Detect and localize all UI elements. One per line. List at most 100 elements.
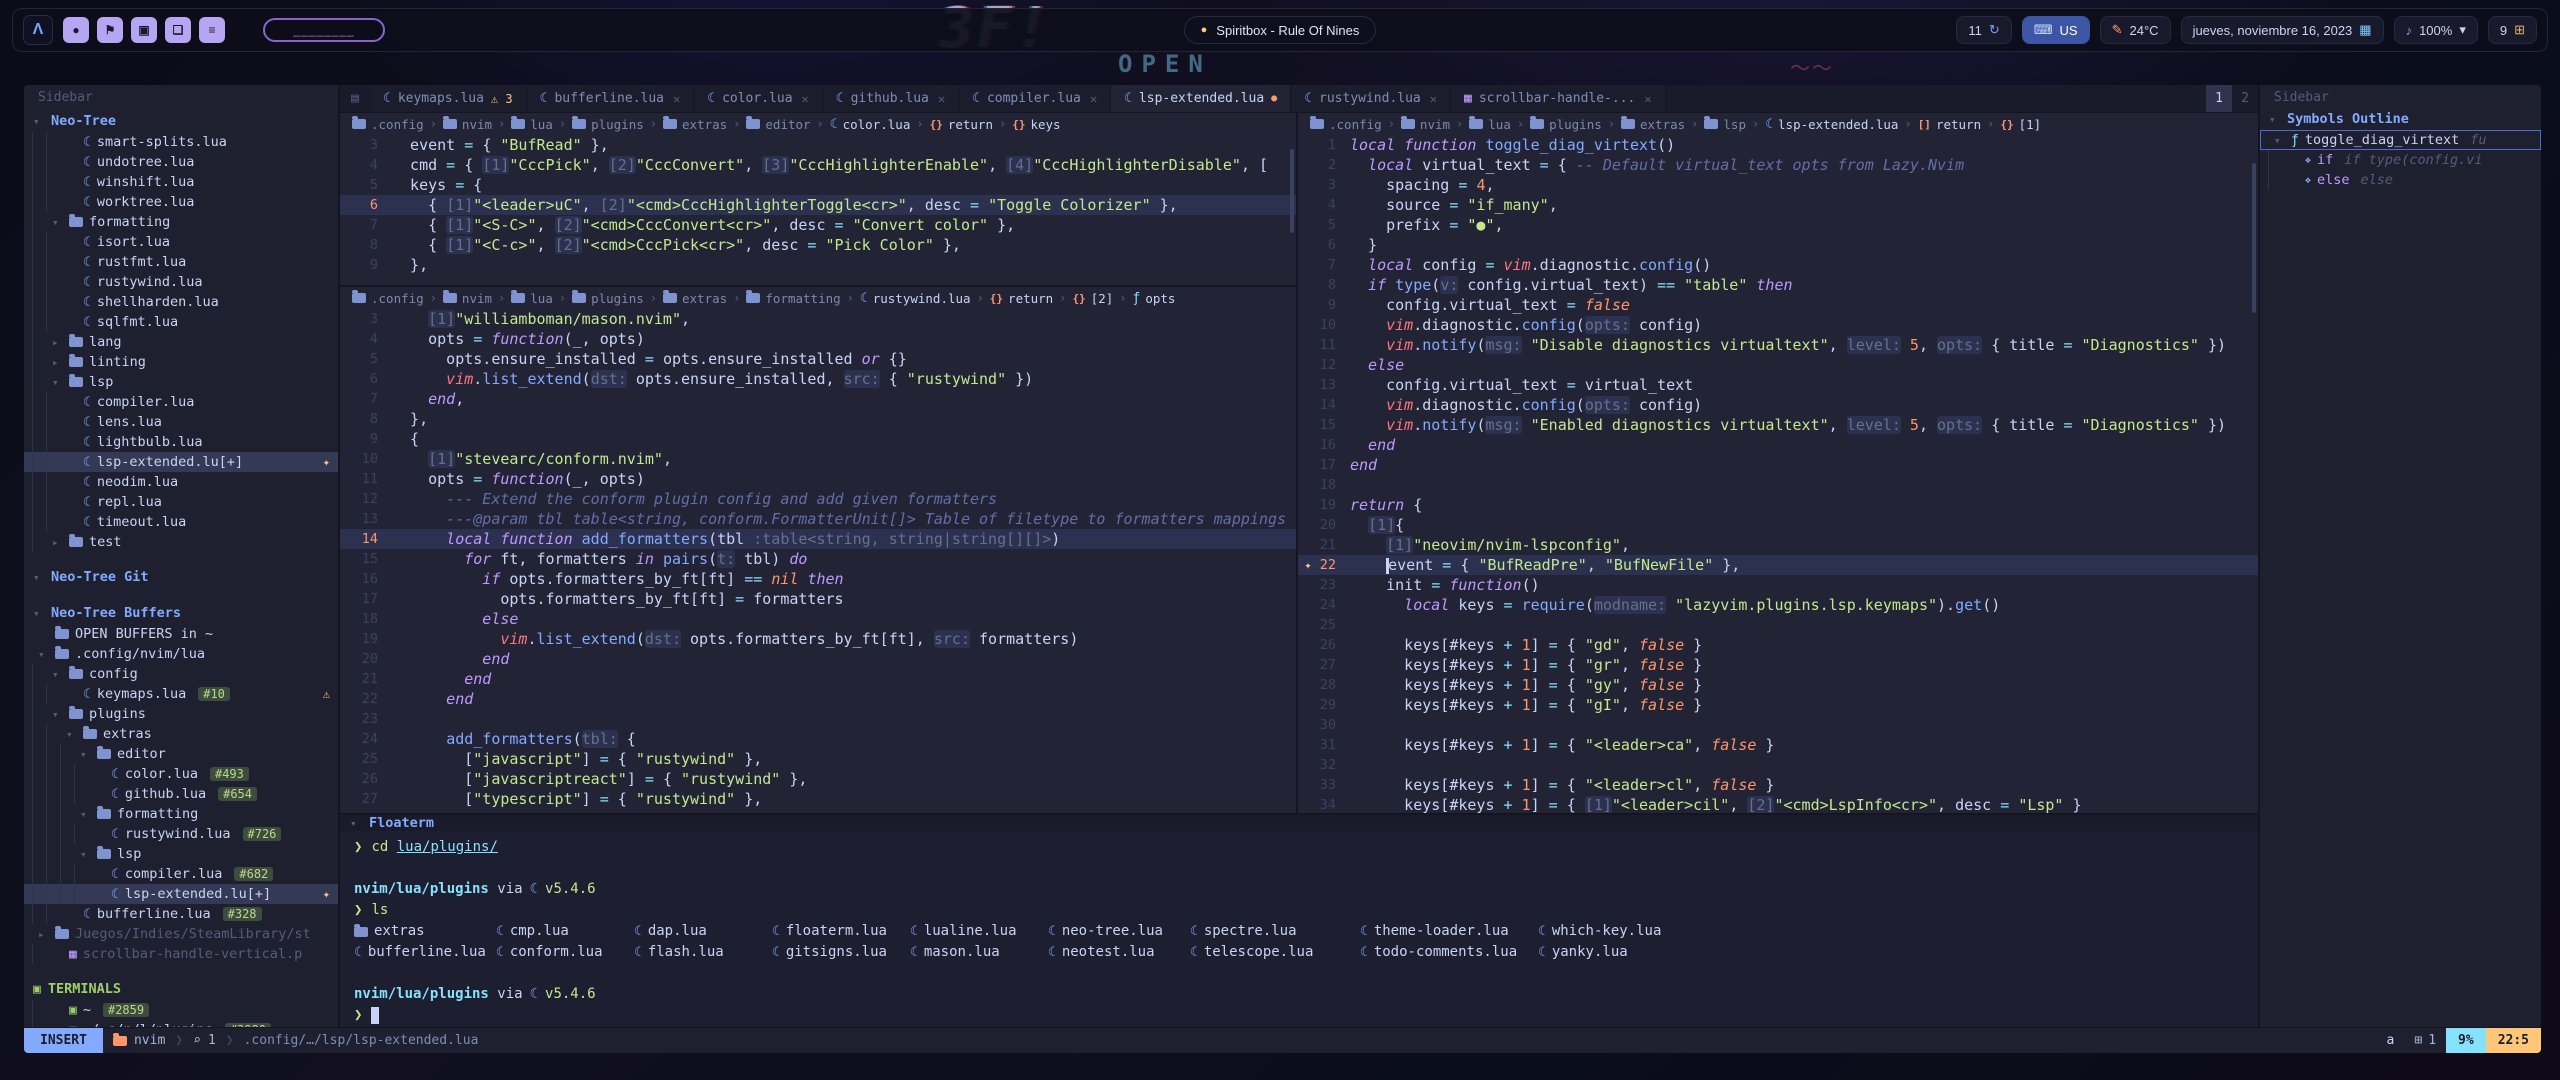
breadcrumb-segment-lua[interactable]: lua	[511, 117, 553, 132]
tree-item-isort-lua[interactable]: ☾isort.lua	[24, 232, 338, 252]
clock-widget[interactable]: jueves, noviembre 16, 2023▦	[2181, 16, 2384, 44]
code-line[interactable]: 13 config.virtual_text = virtual_text	[1298, 375, 2258, 395]
scrollbar-thumb[interactable]	[1290, 149, 1294, 233]
code-line[interactable]: 9 {	[340, 429, 1296, 449]
tree-item-rustywind-lua[interactable]: ☾rustywind.lua#726	[24, 824, 338, 844]
close-icon[interactable]: ✕	[1644, 92, 1651, 106]
tree-item-neodim-lua[interactable]: ☾neodim.lua	[24, 472, 338, 492]
breadcrumb-segment-editor[interactable]: editor	[746, 117, 810, 132]
grid-button[interactable]: ▣	[131, 17, 157, 43]
floaterm-header[interactable]: ▾ Floaterm	[340, 815, 2258, 831]
code-line[interactable]: 14 local function add_formatters(tbl :ta…	[340, 529, 1296, 549]
tree-item-formatting[interactable]: ▾formatting	[24, 804, 338, 824]
code-line[interactable]: 10 vim.diagnostic.config(opts: config)	[1298, 315, 2258, 335]
code-line[interactable]: 5 keys = {	[340, 175, 1296, 195]
code-line[interactable]: 16 if opts.formatters_by_ft[ft] == nil t…	[340, 569, 1296, 589]
code-line[interactable]: 3 spacing = 4,	[1298, 175, 2258, 195]
tree-item-lsp[interactable]: ▾lsp	[24, 372, 338, 392]
code-line[interactable]: 21 end	[340, 669, 1296, 689]
code-line[interactable]: 23 init = function()	[1298, 575, 2258, 595]
tree-item-lsp-extended-lu[interactable]: ☾lsp-extended.lu[+]✦	[24, 884, 338, 904]
tree-item-editor[interactable]: ▾editor	[24, 744, 338, 764]
code-line[interactable]: 7 { [1]"<S-C>", [2]"<cmd>CccConvert<cr>"…	[340, 215, 1296, 235]
code-line[interactable]: 9 config.virtual_text = false	[1298, 295, 2258, 315]
code-line[interactable]: 6 vim.list_extend(dst: opts.ensure_insta…	[340, 369, 1296, 389]
symbol-else[interactable]: ❖elseelse	[2260, 170, 2541, 190]
tree-item-worktree-lua[interactable]: ☾worktree.lua	[24, 192, 338, 212]
tree-item-extras[interactable]: ▾extras	[24, 724, 338, 744]
breadcrumb-segment-return[interactable]: {}return	[990, 291, 1053, 306]
section-header-neo-tree-git[interactable]: ▾Neo-Tree Git	[24, 566, 338, 588]
breadcrumb-segment-lsp[interactable]: lsp	[1704, 117, 1746, 132]
tree-item-config[interactable]: ▾config	[24, 664, 338, 684]
code-line[interactable]: 7 local config = vim.diagnostic.config()	[1298, 255, 2258, 275]
symbol-if[interactable]: ❖ifif type(config.vi	[2260, 150, 2541, 170]
keyboard-layout[interactable]: ⌨US	[2022, 16, 2090, 44]
code-line[interactable]: 12 else	[1298, 355, 2258, 375]
tree-item-compiler-lua[interactable]: ☾compiler.lua	[24, 392, 338, 412]
close-icon[interactable]: ✕	[1090, 92, 1097, 106]
code-line[interactable]: 2 local virtual_text = { -- Default virt…	[1298, 155, 2258, 175]
breadcrumb-segment-opts[interactable]: ƒopts	[1133, 291, 1176, 306]
breadcrumb-segment-extras[interactable]: extras	[1621, 117, 1685, 132]
tree-item-bufferline-lua[interactable]: ☾bufferline.lua#328	[24, 904, 338, 924]
tree-item-item[interactable]: ▣~#2859	[24, 1000, 338, 1020]
breadcrumb-segment-rustywind-lua[interactable]: ☾rustywind.lua	[860, 291, 971, 306]
code-line[interactable]: 3 event = { "BufRead" },	[340, 135, 1296, 155]
tree-item-github-lua[interactable]: ☾github.lua#654	[24, 784, 338, 804]
tree-item-formatting[interactable]: ▾formatting	[24, 212, 338, 232]
breadcrumb-segment-return[interactable]: []return	[1918, 117, 1981, 132]
tab-lsp-extended-lua[interactable]: ☾lsp-extended.lua●	[1111, 85, 1291, 112]
tree-item-timeout-lua[interactable]: ☾timeout.lua	[24, 512, 338, 532]
copy-button[interactable]: ❏	[165, 17, 191, 43]
code-line[interactable]: 11 vim.notify(msg: "Disable diagnostics …	[1298, 335, 2258, 355]
section-header-neo-tree[interactable]: ▾Neo-Tree	[24, 110, 338, 132]
code-line[interactable]: 15 vim.notify(msg: "Enabled diagnostics …	[1298, 415, 2258, 435]
code-line[interactable]: 18 else	[340, 609, 1296, 629]
code-line[interactable]: 19 vim.list_extend(dst: opts.formatters_…	[340, 629, 1296, 649]
code-line[interactable]: 33 keys[#keys + 1] = { "<leader>cl", fal…	[1298, 775, 2258, 795]
code-line[interactable]: 26 ["javascriptreact"] = { "rustywind" }…	[340, 769, 1296, 789]
code-line[interactable]: 15 for ft, formatters in pairs(t: tbl) d…	[340, 549, 1296, 569]
breadcrumb-segment-lua[interactable]: lua	[511, 291, 553, 306]
breadcrumb-segment-plugins[interactable]: plugins	[1530, 117, 1602, 132]
symbols-outline-header[interactable]: ▾ Symbols Outline	[2260, 108, 2541, 130]
code-line[interactable]: 26 keys[#keys + 1] = { "gd", false }	[1298, 635, 2258, 655]
code-line[interactable]: 9 },	[340, 255, 1296, 275]
tree-item-open-buffers-in[interactable]: OPEN BUFFERS in ~	[24, 624, 338, 644]
code-line[interactable]: 6 }	[1298, 235, 2258, 255]
close-icon[interactable]: ✕	[938, 92, 945, 106]
tree-item-plugins[interactable]: ▾plugins	[24, 704, 338, 724]
code-line[interactable]: 16 end	[1298, 435, 2258, 455]
section-header-terminals[interactable]: ▣TERMINALS	[24, 978, 338, 1000]
breadcrumb-segment-nvim[interactable]: nvim	[443, 117, 492, 132]
code-line[interactable]: 20 end	[340, 649, 1296, 669]
tree-item-juegos-indies-steamlibrary-st[interactable]: ▸Juegos/Indies/SteamLibrary/st	[24, 924, 338, 944]
breadcrumb-segment-color-lua[interactable]: ☾color.lua	[830, 117, 911, 132]
tab-color-lua[interactable]: ☾color.lua✕	[694, 85, 823, 112]
tab-compiler-lua[interactable]: ☾compiler.lua✕	[959, 85, 1111, 112]
tree-item-linting[interactable]: ▸linting	[24, 352, 338, 372]
section-header-neo-tree-buffers[interactable]: ▾Neo-Tree Buffers	[24, 602, 338, 624]
code-line[interactable]: 20 [1]{	[1298, 515, 2258, 535]
code-line[interactable]: 5 opts.ensure_installed = opts.ensure_in…	[340, 349, 1296, 369]
volume-widget[interactable]: ♪100%▾	[2394, 16, 2478, 44]
tree-item-color-lua[interactable]: ☾color.lua#493	[24, 764, 338, 784]
code-line[interactable]: 1local function toggle_diag_virtext()	[1298, 135, 2258, 155]
tree-item-undotree-lua[interactable]: ☾undotree.lua	[24, 152, 338, 172]
updates-indicator[interactable]: 11↻	[1956, 16, 2011, 44]
code-line[interactable]: 22 end	[340, 689, 1296, 709]
code-line[interactable]: 17end	[1298, 455, 2258, 475]
code-line[interactable]: 32	[1298, 755, 2258, 775]
breadcrumb-segment-plugins[interactable]: plugins	[572, 117, 644, 132]
breadcrumb-segment-2[interactable]: {}[2]	[1072, 291, 1113, 306]
breadcrumb-segment-config[interactable]: .config	[352, 117, 424, 132]
code-line[interactable]: 30	[1298, 715, 2258, 735]
breadcrumb-segment-return[interactable]: {}return	[930, 117, 993, 132]
code-line[interactable]: 10 [1]"stevearc/conform.nvim",	[340, 449, 1296, 469]
code-line[interactable]: 12 --- Extend the conform plugin config …	[340, 489, 1296, 509]
terminal-output[interactable]: ❯cd lua/plugins/ nvim/lua/plugins via☾v5…	[340, 831, 2258, 1032]
close-icon[interactable]: ✕	[1430, 92, 1437, 106]
breadcrumb-segment-lsp-extended-lua[interactable]: ☾lsp-extended.lua	[1765, 117, 1898, 132]
tab-scrollbar-handle[interactable]: ▦scrollbar-handle-...✕	[1451, 85, 1666, 112]
